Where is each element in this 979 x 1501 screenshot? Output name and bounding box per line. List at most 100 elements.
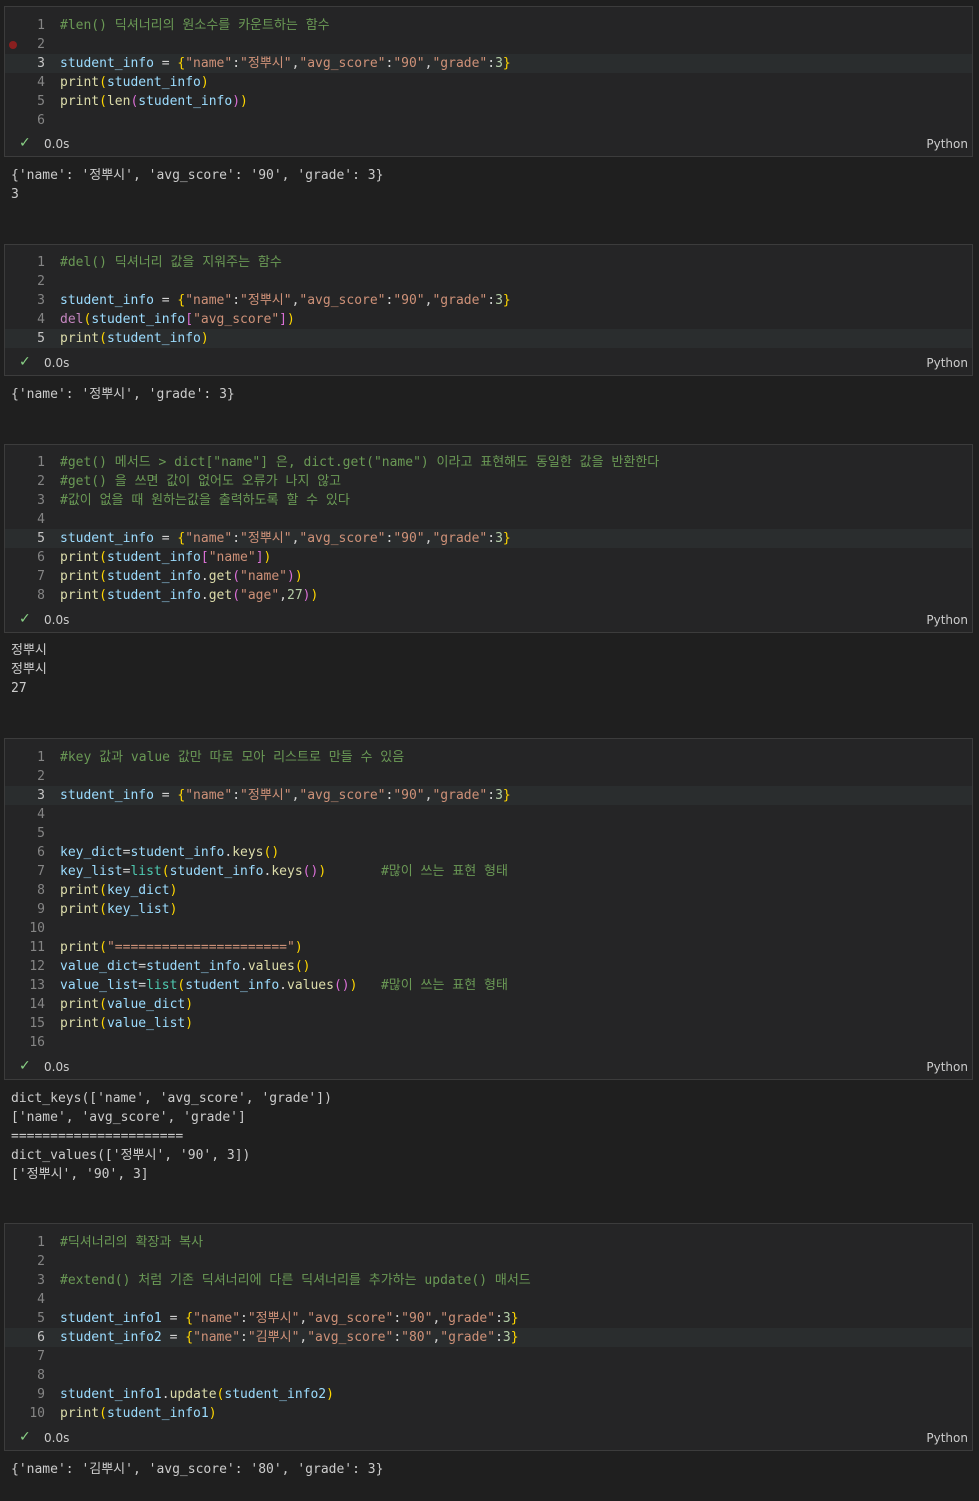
code-line[interactable]: 6 print(student_info["name"]) <box>5 548 972 567</box>
code-line[interactable]: 4 <box>5 805 972 824</box>
code-line[interactable]: 14 print(value_dict) <box>5 995 972 1014</box>
code-line[interactable]: 3 student_info = {"name":"정뿌시","avg_score… <box>5 786 972 805</box>
code-text[interactable]: student_info1.update(student_info2) <box>60 1385 334 1404</box>
code-text[interactable]: key_list=list(student_info.keys()) #많이 쓰… <box>60 862 508 881</box>
code-line[interactable]: 2 <box>5 767 972 786</box>
code-line[interactable]: 5 student_info = {"name":"정뿌시","avg_score… <box>5 529 972 548</box>
code-line[interactable]: 16 <box>5 1033 972 1052</box>
code-text[interactable]: #key 값과 value 값만 따로 모아 리스트로 만들 수 있음 <box>60 748 404 767</box>
code-line[interactable]: 4 del(student_info["avg_score"]) <box>5 310 972 329</box>
code-text[interactable]: #값이 없을 때 원하는값을 출력하도록 할 수 있다 <box>60 491 350 510</box>
code-text[interactable]: #get() 메서드 > dict["name"] 은, dict.get("n… <box>60 453 659 472</box>
code-text[interactable]: #del() 딕셔너리 값을 지워주는 함수 <box>60 253 282 272</box>
code-line[interactable]: 12 value_dict=student_info.values() <box>5 957 972 976</box>
code-line[interactable]: 8 <box>5 1366 972 1385</box>
code-token: print <box>60 94 100 109</box>
code-text[interactable]: #딕셔너리의 확장과 복사 <box>60 1233 203 1252</box>
code-line[interactable]: 9 student_info1.update(student_info2) <box>5 1385 972 1404</box>
code-line[interactable]: 3 student_info = {"name":"정뿌시","avg_score… <box>5 291 972 310</box>
code-text[interactable]: student_info2 = {"name":"김뿌시","avg_score… <box>60 1328 519 1347</box>
code-line[interactable]: 4 <box>5 1290 972 1309</box>
code-token: value_dict <box>60 959 139 974</box>
code-line[interactable]: 2 #get() 을 쓰면 값이 없어도 오류가 나지 않고 <box>5 472 972 491</box>
code-line[interactable]: 1 #del() 딕셔너리 값을 지워주는 함수 <box>5 253 972 272</box>
language-selector[interactable]: Python <box>926 1060 968 1074</box>
code-line[interactable]: 2 <box>5 272 972 291</box>
code-line[interactable]: 5 print(len(student_info)) <box>5 92 972 111</box>
code-text[interactable]: key_dict=student_info.keys() <box>60 843 279 862</box>
code-text[interactable]: #len() 딕셔너리의 원소수를 카운트하는 함수 <box>60 16 330 35</box>
code-line[interactable]: 15 print(value_list) <box>5 1014 972 1033</box>
code-token: () <box>302 864 319 879</box>
code-text[interactable]: student_info = {"name":"정뿌시","avg_score"… <box>60 786 511 805</box>
code-text[interactable]: del(student_info["avg_score"]) <box>60 310 295 329</box>
code-line[interactable]: 6 key_dict=student_info.keys() <box>5 843 972 862</box>
code-text[interactable]: print(student_info.get("name")) <box>60 567 303 586</box>
code-line[interactable]: 10 <box>5 919 972 938</box>
language-selector[interactable]: Python <box>926 613 968 627</box>
code-line[interactable]: 3 #값이 없을 때 원하는값을 출력하도록 할 수 있다 <box>5 491 972 510</box>
code-token: : <box>487 788 496 803</box>
code-line[interactable]: 8 print(student_info.get("age",27)) <box>5 586 972 605</box>
code-line[interactable]: 1 #len() 딕셔너리의 원소수를 카운트하는 함수 <box>5 16 972 35</box>
code-line[interactable]: 6 student_info2 = {"name":"김뿌시","avg_scor… <box>5 1328 972 1347</box>
execution-time: 0.0s <box>44 613 70 627</box>
code-line[interactable]: 7 <box>5 1347 972 1366</box>
code-cell[interactable]: 1 #key 값과 value 값만 따로 모아 리스트로 만들 수 있음 2 3st… <box>4 738 973 1080</box>
code-text[interactable]: print(student_info) <box>60 73 209 92</box>
language-selector[interactable]: Python <box>926 1431 968 1445</box>
code-text[interactable]: student_info = {"name":"정뿌시","avg_score"… <box>60 529 511 548</box>
code-line[interactable]: 5 student_info1 = {"name":"정뿌시","avg_scor… <box>5 1309 972 1328</box>
code-token: 3 <box>502 1330 511 1345</box>
code-text[interactable]: print(key_list) <box>60 900 177 919</box>
code-line[interactable]: 7 print(student_info.get("name")) <box>5 567 972 586</box>
code-text[interactable]: print(student_info1) <box>60 1404 217 1423</box>
code-line[interactable]: 10 print(student_info1) <box>5 1404 972 1423</box>
code-cell[interactable]: 1 #딕셔너리의 확장과 복사 2 3 #extend() 처럼 기존 딕셔너리에 다른… <box>4 1223 973 1451</box>
code-token: student_info <box>138 94 233 109</box>
code-line[interactable]: 8 print(key_dict) <box>5 881 972 900</box>
code-text[interactable]: student_info1 = {"name":"정뿌시","avg_score… <box>60 1309 519 1328</box>
code-cell[interactable]: 1 #len() 딕셔너리의 원소수를 카운트하는 함수 2 3 student_inf… <box>4 6 973 157</box>
code-cell[interactable]: 1 #del() 딕셔너리 값을 지워주는 함수 2 3 student_info = … <box>4 244 973 376</box>
code-line[interactable]: 3 student_info = {"name":"정뿌시","avg_score… <box>5 54 972 73</box>
code-line[interactable]: 7 key_list=list(student_info.keys()) #많이 … <box>5 862 972 881</box>
code-text[interactable]: print(value_dict) <box>60 995 193 1014</box>
code-token: student_info <box>60 293 154 308</box>
language-selector[interactable]: Python <box>926 137 968 151</box>
code-text[interactable]: print(len(student_info)) <box>60 92 248 111</box>
code-line[interactable]: 4 <box>5 510 972 529</box>
code-line[interactable]: 1 #get() 메서드 > dict["name"] 은, dict.get("… <box>5 453 972 472</box>
code-line[interactable]: 2 <box>5 1252 972 1271</box>
code-text[interactable]: student_info = {"name":"정뿌시","avg_score"… <box>60 291 511 310</box>
line-number: 3 <box>37 56 45 71</box>
code-text[interactable]: value_dict=student_info.values() <box>60 957 310 976</box>
code-line[interactable]: 5 <box>5 824 972 843</box>
code-token: key_list <box>106 902 170 917</box>
code-text[interactable]: value_list=list(student_info.values()) #… <box>60 976 508 995</box>
code-text[interactable]: #get() 을 쓰면 값이 없어도 오류가 나지 않고 <box>60 472 341 491</box>
code-line[interactable]: 13 value_list=list(student_info.values())… <box>5 976 972 995</box>
language-selector[interactable]: Python <box>926 356 968 370</box>
code-text[interactable]: #extend() 처럼 기존 딕셔너리에 다른 딕셔너리를 추가하는 upda… <box>60 1271 531 1290</box>
code-text[interactable]: print(student_info.get("age",27)) <box>60 586 318 605</box>
cell-output: {'name': '정뿌시', 'grade': 3} <box>11 385 235 404</box>
code-line[interactable]: 1 #딕셔너리의 확장과 복사 <box>5 1233 972 1252</box>
code-text[interactable]: student_info = {"name":"정뿌시","avg_score"… <box>60 54 511 73</box>
code-cell[interactable]: 1 #get() 메서드 > dict["name"] 은, dict.get("… <box>4 444 973 633</box>
code-line[interactable]: 4 print(student_info) <box>5 73 972 92</box>
code-text[interactable]: print(value_list) <box>60 1014 193 1033</box>
code-line[interactable]: 9 print(key_list) <box>5 900 972 919</box>
code-line[interactable]: 2 <box>5 35 972 54</box>
code-token: ) <box>294 940 303 955</box>
code-line[interactable]: 5 print(student_info) <box>5 329 972 348</box>
code-text[interactable]: print("======================") <box>60 938 303 957</box>
code-line[interactable]: 6 <box>5 111 972 130</box>
code-token: "avg_score" <box>299 56 386 71</box>
code-text[interactable]: print(student_info) <box>60 329 209 348</box>
code-text[interactable]: print(key_dict) <box>60 881 177 900</box>
code-line[interactable]: 11 print("======================") <box>5 938 972 957</box>
code-line[interactable]: 1 #key 값과 value 값만 따로 모아 리스트로 만들 수 있음 <box>5 748 972 767</box>
code-text[interactable]: print(student_info["name"]) <box>60 548 271 567</box>
code-line[interactable]: 3 #extend() 처럼 기존 딕셔너리에 다른 딕셔너리를 추가하는 upd… <box>5 1271 972 1290</box>
